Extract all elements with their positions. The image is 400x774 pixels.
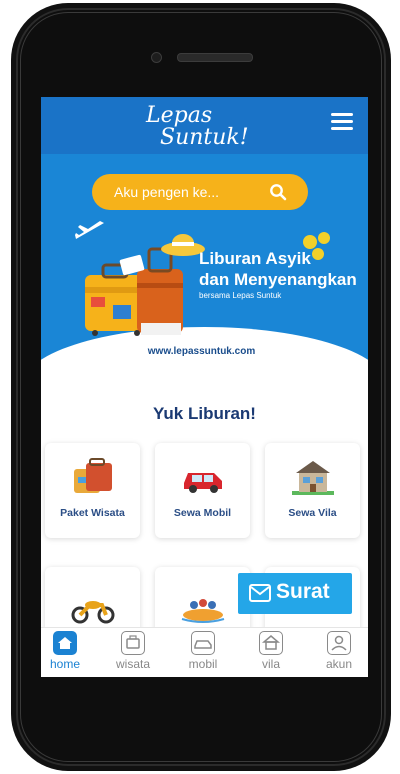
vila-icon [259,631,283,655]
nav-item-home[interactable]: home [41,631,91,677]
hero-title-line1: Liburan Asyik [199,249,311,268]
nav-item-mobil[interactable]: mobil [177,631,229,677]
rafting-icon [181,599,225,623]
search-icon[interactable] [269,183,287,201]
website-url-link[interactable]: www.lepassuntuk.com [134,343,269,360]
nav-label-home: home [49,657,81,671]
category-label: Sewa Vila [288,507,337,519]
logo-line1: Lepas [146,103,213,128]
luggage-illustration [85,234,205,336]
hero-subtitle: bersama Lepas Suntuk [199,291,282,300]
earpiece-speaker [177,53,253,62]
car-icon [191,631,215,655]
hero-title-line2: dan Menyenangkan [199,270,357,289]
suitcase-icon [74,458,112,493]
logo-line2: Suntuk! [160,125,249,150]
mail-icon [249,584,271,602]
nav-item-akun[interactable]: akun [313,631,365,677]
app-header: Lepas Suntuk! [41,97,368,154]
hamburger-menu-icon[interactable] [331,113,353,133]
car-icon [184,473,222,493]
search-input[interactable]: Aku pengen ke... [114,184,219,200]
category-card-sewa-vila[interactable]: Sewa Vila [265,443,360,538]
nav-item-wisata[interactable]: wisata [107,631,159,677]
house-icon [292,461,334,495]
nav-label-vila: vila [261,657,280,671]
surat-button-label: Surat [276,580,330,603]
category-label: Sewa Mobil [173,507,232,519]
wisata-icon [121,631,145,655]
category-card-paket-wisata[interactable]: Paket Wisata [45,443,140,538]
nav-label-wisata: wisata [115,657,150,671]
app-logo[interactable]: Lepas Suntuk! [138,101,249,151]
search-bar[interactable]: Aku pengen ke... [92,174,308,210]
app-screen: Lepas Suntuk! Aku pengen ke... Liburan A… [41,97,368,677]
category-card-sewa-mobil[interactable]: Sewa Mobil [155,443,250,538]
nav-label-akun: akun [325,657,353,671]
account-icon [327,631,351,655]
front-camera [151,52,162,63]
motorbike-icon [71,601,115,624]
nav-item-vila[interactable]: vila [245,631,297,677]
bottom-navigation: home wisata mobil vila akun [41,627,368,677]
category-label: Paket Wisata [60,507,125,519]
home-icon [53,631,77,655]
surat-button[interactable]: Surat [238,573,352,614]
section-title: Yuk Liburan! [153,404,256,423]
nav-label-mobil: mobil [188,657,218,671]
